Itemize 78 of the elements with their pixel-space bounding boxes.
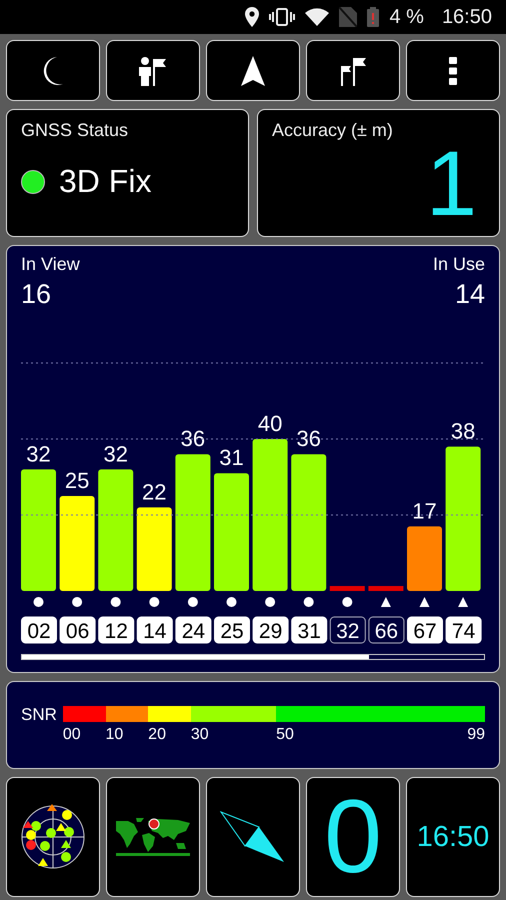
fix-status: 3D Fix xyxy=(59,163,152,200)
world-map-icon xyxy=(114,817,192,857)
bar-value: 25 xyxy=(64,468,90,493)
more-button[interactable] xyxy=(406,40,500,101)
waypoint-button[interactable] xyxy=(106,40,200,101)
sky-plot-icon xyxy=(20,804,86,870)
map-button[interactable] xyxy=(106,777,200,897)
status-dot xyxy=(21,170,45,194)
scale-tick-label: 99 xyxy=(467,726,485,744)
person-flag-icon xyxy=(138,56,168,86)
battery-icon xyxy=(367,7,380,27)
x-tick-label: 14 xyxy=(143,620,167,643)
bar-value: 31 xyxy=(219,445,244,470)
accuracy-value: 1 xyxy=(426,138,477,230)
bar-value: 17 xyxy=(412,498,437,524)
in-view-count: 16 xyxy=(21,279,52,310)
navigation-button[interactable] xyxy=(206,40,300,101)
in-view-label: In View xyxy=(21,254,80,275)
night-mode-button[interactable] xyxy=(6,40,100,101)
bar-value: 32 xyxy=(26,441,51,466)
in-use-count: 14 xyxy=(454,279,485,310)
flags-icon xyxy=(338,56,368,86)
location-icon xyxy=(245,7,260,27)
bar-value: 36 xyxy=(180,426,206,452)
card-title: GNSS Status xyxy=(21,120,130,141)
x-tick-label: 12 xyxy=(104,620,128,643)
vibrate-icon xyxy=(269,8,296,26)
x-tick-label: 25 xyxy=(220,620,244,643)
satellite-id-label: 74 xyxy=(446,616,482,644)
x-tick-label: 31 xyxy=(298,620,321,643)
x-tick-label: 74 xyxy=(452,620,476,643)
satellite-id-label: 12 xyxy=(98,616,134,644)
scale-tick-label: 00 xyxy=(62,726,81,744)
flags-button[interactable] xyxy=(306,40,400,101)
clock-time: 16:50 xyxy=(416,820,490,854)
satellite-id-label: 67 xyxy=(407,616,443,644)
satellite-id-label: 06 xyxy=(60,616,96,644)
x-tick-label: 66 xyxy=(374,620,398,643)
satellite-id-label: 31 xyxy=(291,616,328,644)
scale-tick-label: 10 xyxy=(106,726,124,744)
x-tick-label: 02 xyxy=(27,620,51,643)
satellite-id-label: 66 xyxy=(368,616,404,644)
x-tick-label: 24 xyxy=(182,620,206,643)
scale-tick-label: 30 xyxy=(190,726,209,744)
satellite-id-label: 14 xyxy=(136,616,173,644)
speed-button[interactable]: 0 xyxy=(306,777,400,897)
compass-needle-icon xyxy=(220,811,286,863)
more-icon xyxy=(449,56,457,84)
compass-button[interactable] xyxy=(206,777,300,897)
status-time: 16:50 xyxy=(442,6,492,28)
bar-value: 32 xyxy=(103,441,128,466)
x-tick-label: 06 xyxy=(66,620,90,643)
scale-tick-label: 50 xyxy=(276,726,294,744)
navigation-arrow-icon xyxy=(241,56,265,86)
x-tick-label: 29 xyxy=(258,620,282,643)
wifi-icon xyxy=(305,8,330,26)
bar-value: 22 xyxy=(142,479,167,504)
no-sim-icon xyxy=(339,7,358,27)
x-tick-label: 32 xyxy=(336,620,360,643)
satellite-id-label: 32 xyxy=(330,616,366,644)
moon-icon xyxy=(43,56,63,84)
satellite-id-label: 29 xyxy=(252,616,289,644)
speed-value: 0 xyxy=(324,785,382,889)
clock-button[interactable]: 16:50 xyxy=(406,777,500,897)
bar-value: 40 xyxy=(258,411,282,436)
bar-value: 38 xyxy=(450,418,476,444)
x-tick-label: 67 xyxy=(413,620,437,643)
satellite-id-label: 02 xyxy=(21,616,57,644)
satellite-id-label: 25 xyxy=(214,616,250,644)
bar-value: 36 xyxy=(296,426,321,452)
battery-percent: 4 % xyxy=(389,6,424,28)
in-use-label: In Use xyxy=(432,254,485,275)
sky-plot-button[interactable] xyxy=(6,777,100,897)
snr-label: SNR xyxy=(21,706,57,726)
satellite-id-label: 24 xyxy=(175,616,212,644)
scale-tick-label: 20 xyxy=(148,726,166,744)
card-title: Accuracy (± m) xyxy=(272,120,394,141)
scroll-bar[interactable] xyxy=(21,654,485,660)
